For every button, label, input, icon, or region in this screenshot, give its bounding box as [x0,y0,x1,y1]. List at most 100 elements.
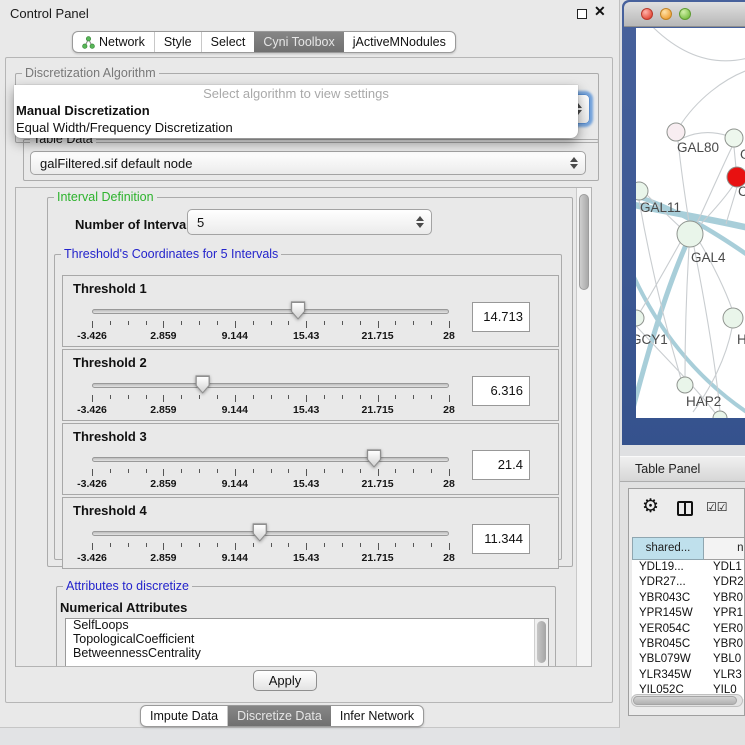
table-row[interactable]: YBL079WYBL0 [632,652,745,667]
table-row[interactable]: YPR145WYPR1 [632,606,745,621]
attribute-list-item[interactable]: TopologicalCoefficient [66,633,548,647]
network-canvas[interactable]: GAL80GACGAL11GAL4GCY1HHAP2 [636,28,745,418]
gear-icon[interactable]: ⚙ [642,496,659,518]
slider-handle[interactable] [366,449,383,468]
checkboxes-icon[interactable]: ☑☑ [706,500,728,514]
slider-handle[interactable] [290,301,307,320]
slider-tick [235,395,236,402]
slider-track[interactable] [92,531,449,536]
table-row[interactable]: YBR043CYBR0 [632,591,745,606]
cell-shared-name[interactable]: YPR145W [632,606,704,621]
cell-shared-name[interactable]: YLR345W [632,668,704,683]
tab-discretize-data[interactable]: Discretize Data [228,706,331,726]
network-window-titlebar[interactable] [624,2,745,27]
dropdown-option-equal-width[interactable]: Equal Width/Frequency Discretization [14,119,578,136]
table-row[interactable]: YER054CYER0 [632,622,745,637]
column-header-shared[interactable]: shared... [632,537,704,560]
cell-name[interactable]: YBR0 [704,637,745,652]
cell-shared-name[interactable]: YDR27... [632,575,704,590]
slider-tick [92,469,93,476]
slider-track[interactable] [92,383,449,388]
table-row[interactable]: YBR045CYBR0 [632,637,745,652]
tab-infer-network[interactable]: Infer Network [331,706,423,726]
mac-zoom-icon[interactable] [679,8,691,20]
cell-shared-name[interactable]: YDL19... [632,560,704,575]
mac-close-icon[interactable] [641,8,653,20]
network-node[interactable] [667,123,685,141]
cell-name[interactable]: YLR3 [704,668,745,683]
columns-icon[interactable] [677,501,693,516]
network-node-label: H [737,332,745,347]
slider-tick [378,321,379,328]
slider-tick [181,395,182,399]
cell-name[interactable]: YDR2 [704,575,745,590]
network-edge[interactable] [697,147,732,223]
list-scrollbar[interactable] [534,619,548,667]
cell-shared-name[interactable]: YBL079W [632,652,704,667]
horizontal-scrollbar[interactable] [631,694,743,707]
network-node[interactable] [725,129,743,147]
table-row[interactable]: YDR27...YDR2 [632,575,745,590]
table-row[interactable]: YDL19...YDL1 [632,560,745,575]
attribute-list-item[interactable]: SelfLoops [66,619,548,633]
cell-shared-name[interactable]: YER054C [632,622,704,637]
scrollbar-thumb[interactable] [579,194,589,290]
dropdown-option-manual[interactable]: Manual Discretization [14,102,578,119]
cell-name[interactable]: YBR0 [704,591,745,606]
threshold-value-field[interactable]: 21.4 [472,450,530,480]
cell-name[interactable]: YPR1 [704,606,745,621]
cell-name[interactable]: YER0 [704,622,745,637]
tab-select[interactable]: Select [202,32,255,52]
tab-impute-data[interactable]: Impute Data [141,706,228,726]
slider-tick [92,395,93,402]
slider-tick-label: 15.43 [293,330,319,342]
slider-handle[interactable] [194,375,211,394]
network-edge[interactable] [676,70,745,132]
threshold-value-field[interactable]: 6.316 [472,376,530,406]
attribute-list-item[interactable]: BetweennessCentrality [66,647,548,661]
network-node[interactable] [723,308,743,328]
network-edge[interactable] [639,200,681,379]
network-node[interactable] [636,310,644,326]
threshold-value-field[interactable]: 11.344 [472,524,530,554]
network-edge[interactable] [646,28,745,61]
float-window-icon[interactable] [577,9,587,19]
tab-network[interactable]: Network [73,32,155,52]
network-edge[interactable] [734,147,736,168]
network-node[interactable] [677,377,693,393]
slider-tick [306,469,307,476]
number-of-intervals-combobox[interactable]: 5 [187,209,432,235]
slider-track[interactable] [92,309,449,314]
scrollbar-thumb[interactable] [537,621,546,663]
threshold-value-field[interactable]: 14.713 [472,302,530,332]
slider-tick [360,321,361,325]
table-panel-titlebar[interactable]: Table Panel [620,456,745,482]
cell-shared-name[interactable]: YBR043C [632,591,704,606]
slider-tick [235,469,236,476]
tab-jactivemnodules[interactable]: jActiveMNodules [344,32,455,52]
slider-tick [271,321,272,325]
tab-cyni-toolbox[interactable]: Cyni Toolbox [254,32,343,52]
mac-minimize-icon[interactable] [660,8,672,20]
scrollbar-thumb[interactable] [633,696,737,705]
tab-style[interactable]: Style [155,32,202,52]
slider-handle[interactable] [251,523,268,542]
vertical-scrollbar[interactable] [576,188,591,666]
table-row[interactable]: YLR345WYLR3 [632,668,745,683]
table-data-combobox[interactable]: galFiltered.sif default node [30,151,586,175]
close-icon[interactable]: ✕ [594,3,606,20]
cell-name[interactable]: YDL1 [704,560,745,575]
slider-track[interactable] [92,457,449,462]
slider-tick [360,395,361,399]
threshold-label: Threshold 2 [73,355,147,370]
slider-tick-label: 9.144 [222,404,248,416]
tab-label: Select [211,35,246,49]
column-header-name[interactable]: na [704,537,745,560]
cell-shared-name[interactable]: YBR045C [632,637,704,652]
network-edge[interactable] [683,133,728,139]
apply-button[interactable]: Apply [253,670,317,691]
cell-name[interactable]: YBL0 [704,652,745,667]
dropdown-placeholder-item[interactable]: Select algorithm to view settings [14,85,578,102]
slider-tick-label: 2.859 [150,552,176,564]
network-node[interactable] [677,221,703,247]
